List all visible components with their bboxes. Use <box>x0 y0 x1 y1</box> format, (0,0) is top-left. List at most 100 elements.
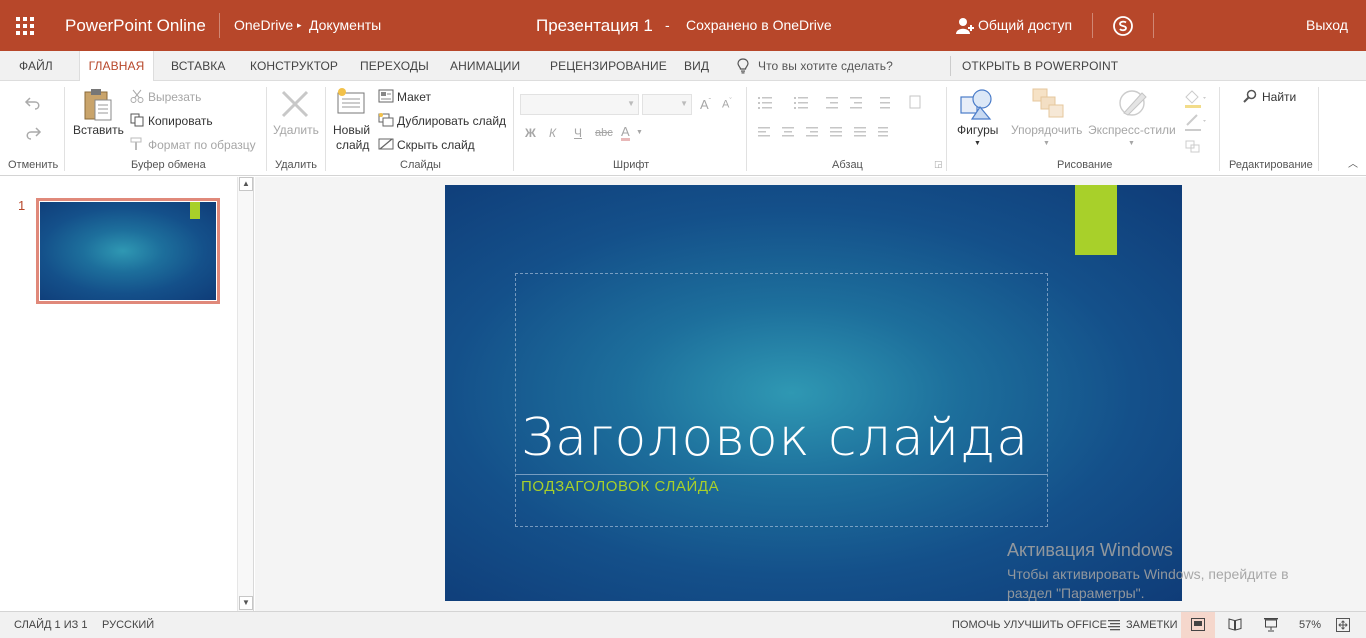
tab-transitions[interactable]: ПЕРЕХОДЫ <box>360 51 429 81</box>
header-divider <box>219 13 220 38</box>
shapes-icon[interactable] <box>958 87 996 121</box>
chevron-down-icon[interactable]: ▼ <box>974 140 981 147</box>
font-size-dropdown[interactable]: ▼ <box>642 94 692 115</box>
shapes-button[interactable]: Фигуры <box>957 123 998 137</box>
strikethrough-button[interactable]: abc <box>595 127 613 139</box>
bold-button[interactable]: Ж <box>525 126 536 140</box>
tab-animations[interactable]: АНИМАЦИИ <box>450 51 520 81</box>
duplicate-slide-button[interactable]: Дублировать слайд <box>397 114 506 128</box>
delete-button[interactable]: Удалить <box>273 123 319 137</box>
group-divider <box>64 87 65 171</box>
breadcrumb-chevron-icon: ▸ <box>297 20 302 30</box>
signout-button[interactable]: Выход <box>1306 0 1348 51</box>
thumbnail-number: 1 <box>18 198 26 213</box>
paste-button[interactable]: Вставить <box>73 123 124 137</box>
group-divider <box>325 87 326 171</box>
copy-button[interactable]: Копировать <box>148 114 213 128</box>
underline-button[interactable]: Ч <box>574 126 582 140</box>
tell-me-input[interactable]: Что вы хотите сделать? <box>758 51 893 81</box>
tab-file[interactable]: ФАЙЛ <box>19 51 53 81</box>
group-divider <box>1219 87 1220 171</box>
scissors-icon[interactable] <box>130 89 144 103</box>
layout-icon[interactable] <box>378 89 394 103</box>
quick-styles-icon[interactable] <box>1116 87 1150 119</box>
document-title[interactable]: Презентация 1 <box>536 0 653 51</box>
group-divider <box>946 87 947 171</box>
share-button[interactable]: Общий доступ <box>978 0 1072 51</box>
ribbon-tabs: ФАЙЛ ГЛАВНАЯ ВСТАВКА КОНСТРУКТОР ПЕРЕХОД… <box>0 51 1366 82</box>
new-slide-button-line1[interactable]: Новый <box>333 123 370 137</box>
format-painter-button[interactable]: Формат по образцу <box>148 138 256 152</box>
skype-icon[interactable] <box>1112 15 1134 37</box>
header-divider <box>1153 13 1154 38</box>
redo-icon[interactable] <box>24 125 42 141</box>
paste-icon[interactable] <box>83 87 113 121</box>
share-person-icon[interactable] <box>956 17 974 35</box>
tab-design[interactable]: КОНСТРУКТОР <box>250 51 338 81</box>
chevron-down-icon[interactable]: ▼ <box>636 129 643 136</box>
hide-slide-button[interactable]: Скрыть слайд <box>397 138 475 152</box>
group-label-undo: Отменить <box>8 159 59 171</box>
thumbnails-scrollbar[interactable]: ▲ ▼ <box>237 177 253 611</box>
fit-to-window-icon[interactable] <box>1336 618 1350 632</box>
app-launcher-icon[interactable] <box>16 17 34 35</box>
tab-home[interactable]: ГЛАВНАЯ <box>79 51 154 82</box>
thumbnail-accent-bar <box>190 202 200 219</box>
find-button[interactable]: Найти <box>1262 90 1296 104</box>
group-divider <box>513 87 514 171</box>
arrange-icon[interactable] <box>1031 87 1065 119</box>
undo-icon[interactable] <box>24 95 42 111</box>
slide-canvas[interactable]: Заголовок слайда ПОДЗАГОЛОВОК СЛАЙДА <box>445 185 1182 601</box>
arrange-button[interactable]: Упорядочить <box>1011 123 1082 137</box>
zoom-level[interactable]: 57% <box>1299 612 1321 638</box>
scroll-up-icon[interactable]: ▲ <box>239 177 253 191</box>
font-color-button[interactable]: A <box>621 125 630 141</box>
placeholder-divider <box>516 474 1047 475</box>
group-label-clipboard: Буфер обмена <box>131 159 206 171</box>
chevron-down-icon[interactable]: ▼ <box>1043 140 1050 147</box>
font-name-dropdown[interactable]: ▼ <box>520 94 639 115</box>
new-slide-icon[interactable] <box>336 87 368 117</box>
slide-title[interactable]: Заголовок слайда <box>521 408 1029 468</box>
language-indicator[interactable]: РУССКИЙ <box>102 612 154 638</box>
cut-button[interactable]: Вырезать <box>148 90 201 104</box>
shape-fill-outline-icon[interactable] <box>1183 89 1209 155</box>
normal-view-button[interactable] <box>1181 612 1215 638</box>
slide-thumbnail[interactable] <box>36 198 220 304</box>
breadcrumb-documents[interactable]: Документы <box>309 0 381 51</box>
italic-button[interactable]: К <box>549 126 556 140</box>
app-name[interactable]: PowerPoint Online <box>65 0 206 51</box>
tab-insert[interactable]: ВСТАВКА <box>171 51 226 81</box>
shrink-font-icon[interactable]: Aˇ <box>722 98 732 111</box>
tab-view[interactable]: ВИД <box>684 51 709 81</box>
paragraph-tools-icon[interactable] <box>756 94 936 154</box>
breadcrumb-onedrive[interactable]: OneDrive <box>234 0 293 51</box>
notes-icon[interactable] <box>1108 620 1120 631</box>
chevron-down-icon[interactable]: ▼ <box>1128 140 1135 147</box>
format-painter-icon[interactable] <box>130 137 144 151</box>
tab-review[interactable]: РЕЦЕНЗИРОВАНИЕ <box>550 51 667 81</box>
search-icon[interactable] <box>1243 89 1257 103</box>
group-divider <box>746 87 747 171</box>
layout-button[interactable]: Макет <box>397 90 431 104</box>
collapse-ribbon-icon[interactable]: ︿ <box>1348 155 1358 170</box>
scroll-down-icon[interactable]: ▼ <box>239 596 253 610</box>
copy-icon[interactable] <box>130 113 144 127</box>
thumbnail-preview <box>40 202 216 300</box>
open-in-powerpoint-button[interactable]: ОТКРЫТЬ В POWERPOINT <box>962 51 1118 81</box>
grow-font-icon[interactable]: Aˆ <box>700 97 711 112</box>
hide-slide-icon[interactable] <box>378 137 394 151</box>
delete-x-icon[interactable] <box>280 89 310 119</box>
title-placeholder[interactable]: Заголовок слайда ПОДЗАГОЛОВОК СЛАЙДА <box>515 273 1048 527</box>
help-improve-office-link[interactable]: ПОМОЧЬ УЛУЧШИТЬ OFFICE <box>952 612 1107 638</box>
notes-button[interactable]: ЗАМЕТКИ <box>1126 612 1178 638</box>
duplicate-slide-icon[interactable] <box>378 113 394 127</box>
slideshow-icon[interactable] <box>1264 618 1278 632</box>
group-label-editing: Редактирование <box>1229 159 1313 171</box>
quick-styles-button[interactable]: Экспресс-стили <box>1088 123 1176 137</box>
slide-editor: Заголовок слайда ПОДЗАГОЛОВОК СЛАЙДА Акт… <box>255 177 1366 611</box>
reading-view-icon[interactable] <box>1228 618 1242 631</box>
paragraph-dialog-launcher-icon[interactable]: ◲ <box>934 159 943 170</box>
slide-subtitle[interactable]: ПОДЗАГОЛОВОК СЛАЙДА <box>521 478 719 495</box>
new-slide-button-line2[interactable]: слайд <box>336 138 369 152</box>
